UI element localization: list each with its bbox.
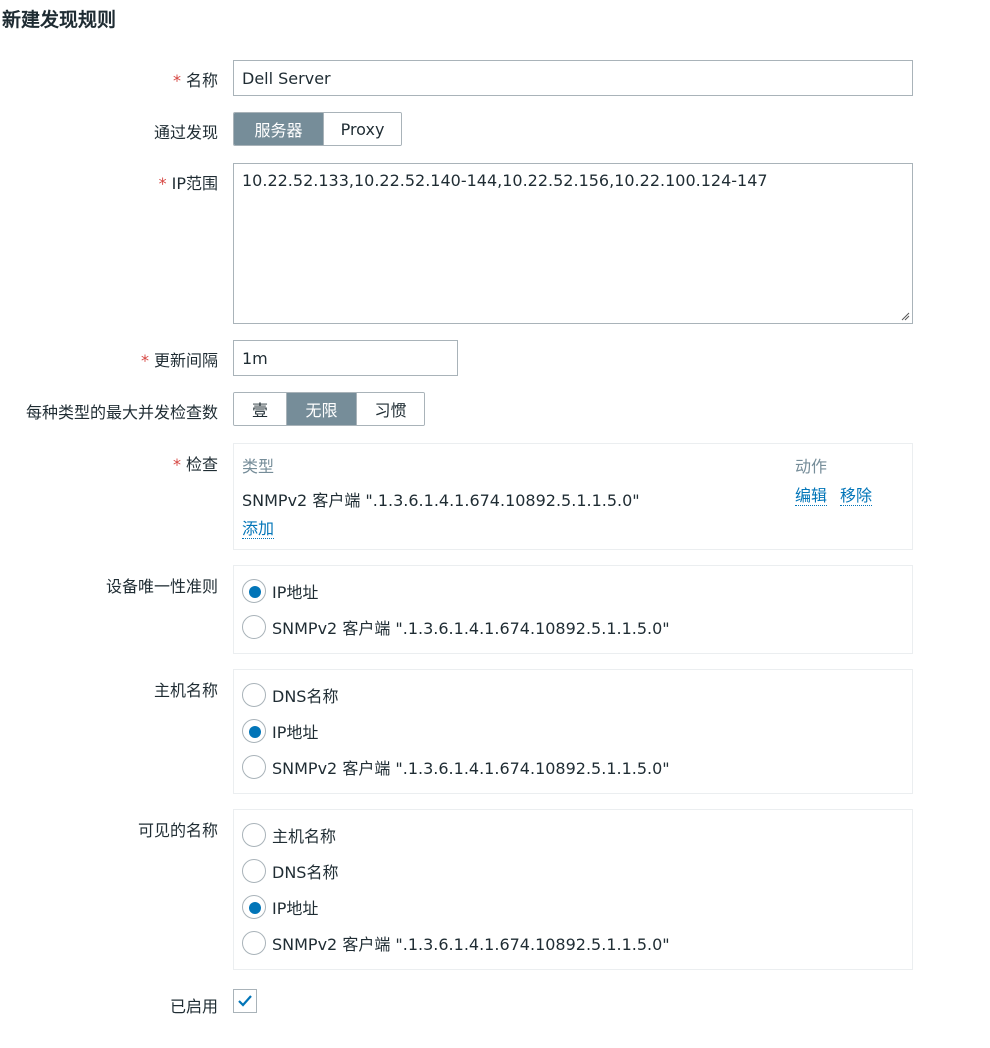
radio-button[interactable] [242, 859, 266, 883]
required-marker: * [172, 455, 181, 474]
uniqueness-option-ip[interactable]: IP地址 [242, 578, 318, 604]
required-marker: * [158, 174, 167, 193]
radio-button[interactable] [242, 895, 266, 919]
enabled-label: 已启用 [169, 997, 218, 1016]
discovery-by-label: 通过发现 [153, 123, 218, 142]
max-concurrent-custom-option[interactable]: 习惯 [356, 393, 424, 425]
host-name-radio-group: DNS名称 IP地址 SNMPv2 客户端 ".1.3.6.1.4.1.674.… [233, 669, 913, 794]
host-name-label: 主机名称 [153, 681, 218, 700]
visible-name-option-ip[interactable]: IP地址 [242, 894, 318, 920]
radio-button[interactable] [242, 719, 266, 743]
radio-label: SNMPv2 客户端 ".1.3.6.1.4.1.674.10892.5.1.1… [272, 935, 670, 954]
checks-col-action: 动作 [795, 457, 828, 476]
uniqueness-option-snmp[interactable]: SNMPv2 客户端 ".1.3.6.1.4.1.674.10892.5.1.1… [242, 614, 670, 640]
radio-label: IP地址 [272, 583, 319, 602]
radio-button[interactable] [242, 579, 266, 603]
visible-name-option-host[interactable]: 主机名称 [242, 822, 336, 848]
visible-name-option-dns[interactable]: DNS名称 [242, 858, 338, 884]
visible-name-label: 可见的名称 [137, 821, 218, 840]
discovery-by-toggle: 服务器 Proxy [233, 112, 402, 146]
host-name-option-snmp[interactable]: SNMPv2 客户端 ".1.3.6.1.4.1.674.10892.5.1.1… [242, 754, 670, 780]
radio-button[interactable] [242, 823, 266, 847]
uniqueness-label: 设备唯一性准则 [105, 577, 218, 596]
name-input[interactable]: Dell Server [233, 60, 913, 96]
checks-col-type: 类型 [242, 457, 275, 476]
update-interval-label: * 更新间隔 [140, 351, 218, 370]
enabled-checkbox[interactable] [233, 989, 257, 1013]
visible-name-radio-group: 主机名称 DNS名称 IP地址 SNMPv2 客户端 ".1.3.6.1.4.1… [233, 809, 913, 970]
max-concurrent-label: 每种类型的最大并发检查数 [25, 403, 218, 422]
check-type-cell: SNMPv2 客户端 ".1.3.6.1.4.1.674.10892.5.1.1… [242, 491, 640, 510]
radio-label: IP地址 [272, 723, 319, 742]
checks-table: 类型 动作 SNMPv2 客户端 ".1.3.6.1.4.1.674.10892… [233, 443, 913, 550]
check-edit-link[interactable]: 编辑 [795, 487, 828, 506]
discovery-by-server-option[interactable]: 服务器 [234, 113, 323, 145]
page-title: 新建发现规则 [2, 9, 117, 31]
host-name-option-dns[interactable]: DNS名称 [242, 682, 338, 708]
radio-label: 主机名称 [272, 827, 337, 846]
max-concurrent-toggle: 壹 无限 习惯 [233, 392, 425, 426]
required-marker: * [140, 351, 149, 370]
radio-label: IP地址 [272, 899, 319, 918]
name-label: * 名称 [172, 71, 218, 90]
max-concurrent-unlimited-option[interactable]: 无限 [286, 393, 356, 425]
required-marker: * [172, 71, 181, 90]
checkmark-icon [238, 995, 252, 1007]
update-interval-input[interactable]: 1m [233, 340, 458, 376]
radio-label: SNMPv2 客户端 ".1.3.6.1.4.1.674.10892.5.1.1… [272, 619, 670, 638]
host-name-option-ip[interactable]: IP地址 [242, 718, 318, 744]
radio-button[interactable] [242, 931, 266, 955]
visible-name-option-snmp[interactable]: SNMPv2 客户端 ".1.3.6.1.4.1.674.10892.5.1.1… [242, 930, 670, 956]
max-concurrent-one-option[interactable]: 壹 [234, 393, 286, 425]
check-add-link[interactable]: 添加 [242, 520, 275, 539]
radio-button[interactable] [242, 615, 266, 639]
radio-label: DNS名称 [272, 687, 339, 706]
radio-label: SNMPv2 客户端 ".1.3.6.1.4.1.674.10892.5.1.1… [272, 759, 670, 778]
discovery-by-proxy-option[interactable]: Proxy [323, 113, 401, 145]
radio-button[interactable] [242, 755, 266, 779]
ip-range-label: * IP范围 [158, 174, 218, 193]
ip-range-textarea[interactable]: 10.22.52.133,10.22.52.140-144,10.22.52.1… [233, 163, 913, 324]
radio-label: DNS名称 [272, 863, 339, 882]
checks-label: * 检查 [172, 455, 218, 474]
resize-grip-icon[interactable] [900, 311, 910, 321]
uniqueness-radio-group: IP地址 SNMPv2 客户端 ".1.3.6.1.4.1.674.10892.… [233, 565, 913, 654]
check-remove-link[interactable]: 移除 [840, 487, 873, 506]
ip-range-value: 10.22.52.133,10.22.52.140-144,10.22.52.1… [242, 171, 768, 190]
radio-button[interactable] [242, 683, 266, 707]
